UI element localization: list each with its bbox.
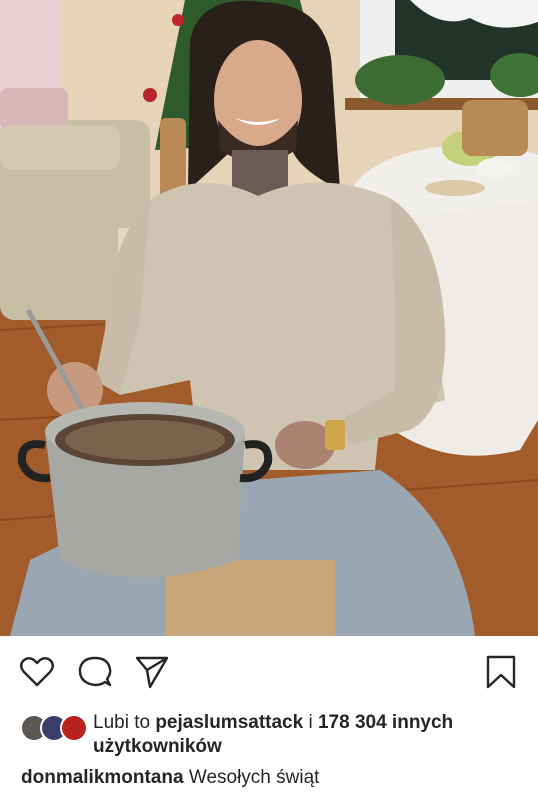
post-caption: donmalikmontana Wesołych świąt [21, 766, 521, 790]
liker-username-link[interactable]: pejaslumsattack [155, 712, 303, 733]
likes-prefix: Lubi to [93, 712, 156, 733]
avatar [60, 714, 88, 742]
likes-middle: i [303, 712, 318, 733]
bookmark-icon[interactable] [483, 654, 519, 690]
post-photo[interactable] [0, 0, 538, 636]
liker-avatars[interactable] [20, 714, 88, 742]
likes-row: Lubi to pejaslumsattack i 178 304 innych… [0, 702, 538, 760]
caption-text: Wesołych świąt [188, 767, 320, 788]
post-actions-bar [0, 636, 538, 702]
comment-icon[interactable] [77, 654, 113, 690]
paper-plane-icon[interactable] [134, 654, 170, 690]
author-username-link[interactable]: donmalikmontana [21, 767, 184, 788]
likes-text: Lubi to pejaslumsattack i 178 304 innych… [93, 711, 513, 759]
heart-icon[interactable] [19, 654, 55, 690]
post-photo-illustration [0, 0, 538, 636]
